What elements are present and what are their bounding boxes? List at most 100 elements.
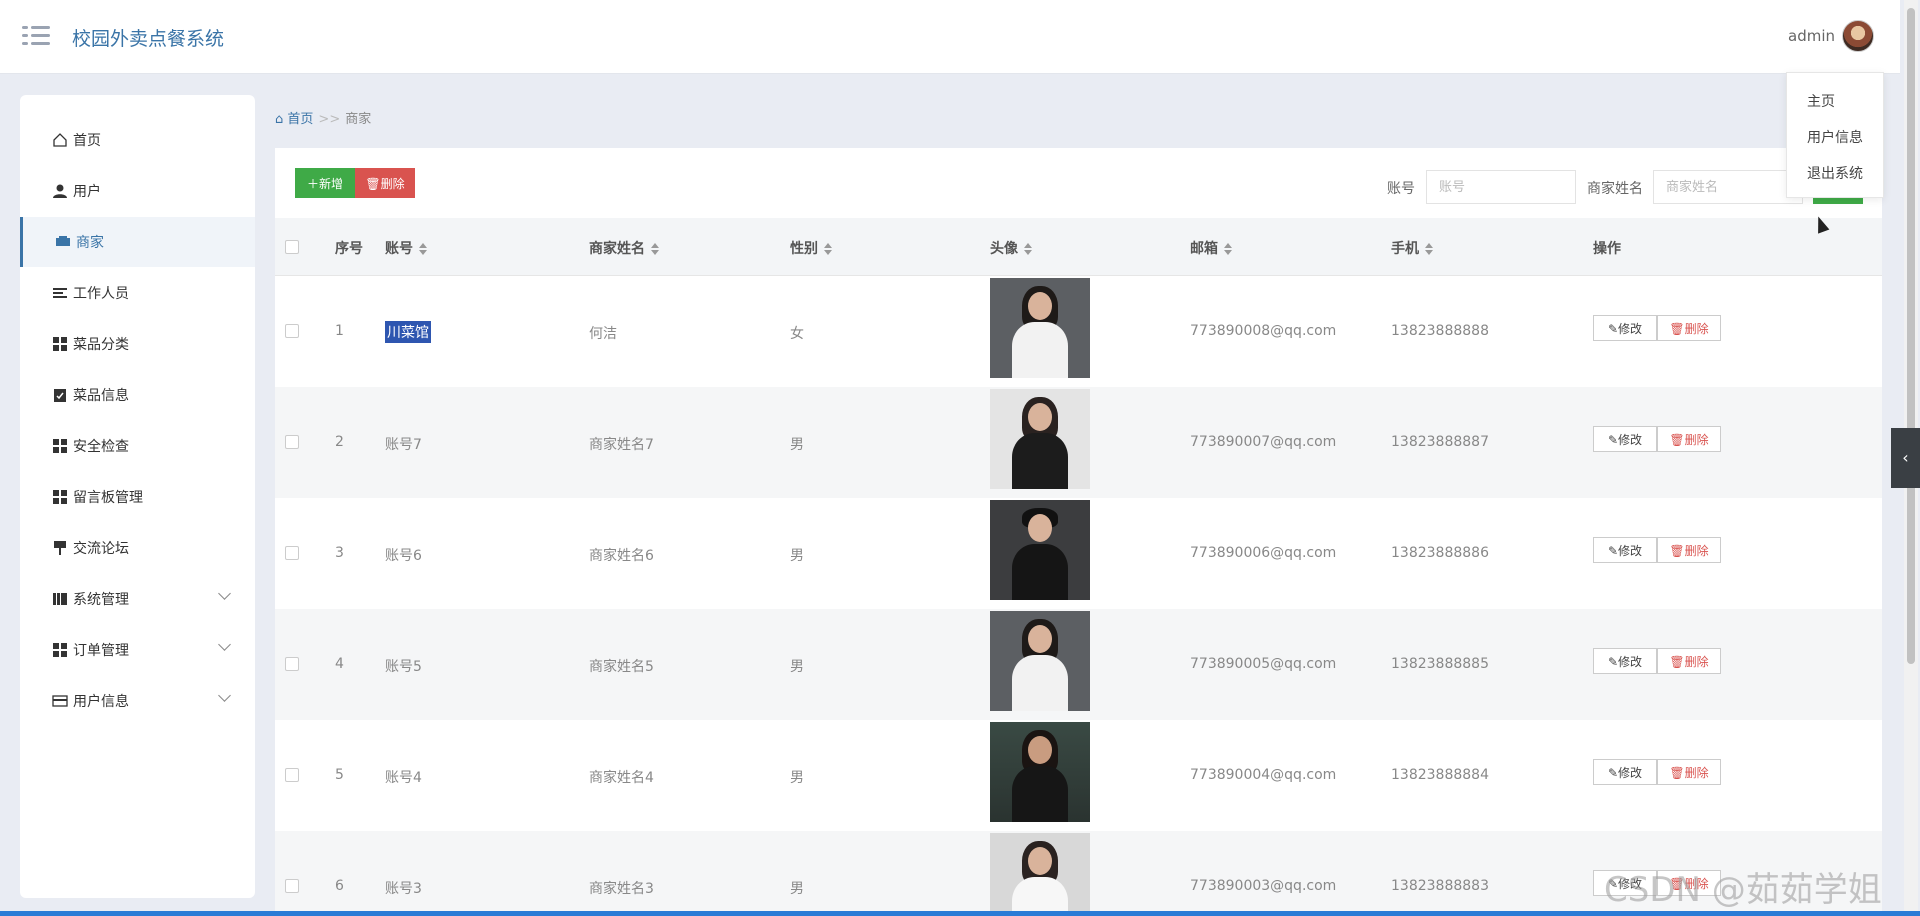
add-button[interactable]: ＋新增 [295, 168, 355, 198]
avatar-photo[interactable] [990, 833, 1090, 916]
menu-item-user-info[interactable]: 用户信息 [1807, 127, 1863, 147]
cell-email: 773890004@qq.com [1190, 767, 1337, 783]
sidebar: 首页 用户 商家 工作人员 菜品分类 菜品信息 安全检查 留言板管理 交流论坛 … [20, 95, 255, 898]
edit-button[interactable]: ✎修改 [1593, 537, 1657, 563]
sidebar-item-forum[interactable]: 交流论坛 [20, 523, 255, 573]
trash-icon: 🗑 [1669, 543, 1685, 558]
sidebar-item-staff[interactable]: 工作人员 [20, 268, 255, 318]
trash-icon: 🗑 [1669, 765, 1685, 780]
delete-button[interactable]: 🗑删除 [1657, 315, 1721, 341]
delete-button[interactable]: 🗑删除 [1657, 537, 1721, 563]
sidebar-item-home[interactable]: 首页 [20, 115, 255, 165]
col-header-email[interactable]: 邮箱 [1190, 238, 1232, 258]
avatar-photo[interactable] [990, 611, 1090, 711]
table-row: 5 账号4 商家姓名4 男 773890004@qq.com 138238888… [275, 720, 1882, 831]
batch-delete-button[interactable]: 🗑删除 [355, 168, 415, 198]
col-header-gender[interactable]: 性别 [790, 238, 832, 258]
edit-icon: ✎ [1607, 432, 1619, 447]
clipboard-icon [54, 389, 66, 402]
trash-icon: 🗑 [1669, 432, 1685, 447]
cell-account: 账号7 [385, 437, 422, 453]
row-checkbox[interactable] [285, 879, 299, 893]
trash-icon: 🗑 [1669, 321, 1685, 336]
sidebar-item-system-management[interactable]: 系统管理 [20, 574, 255, 624]
cell-phone: 13823888884 [1391, 767, 1489, 783]
app-title: 校园外卖点餐系统 [72, 28, 225, 50]
edit-button[interactable]: ✎修改 [1593, 759, 1657, 785]
select-all-checkbox[interactable] [285, 240, 299, 254]
row-checkbox[interactable] [285, 546, 299, 560]
edit-button-label: 修改 [1618, 765, 1643, 780]
col-header-name[interactable]: 商家姓名 [589, 238, 659, 258]
user-avatar[interactable] [1842, 20, 1874, 52]
menu-item-home[interactable]: 主页 [1807, 91, 1835, 111]
sidebar-item-label: 订单管理 [73, 643, 129, 659]
name-search-input[interactable] [1653, 170, 1803, 204]
sidebar-item-message-board[interactable]: 留言板管理 [20, 472, 255, 522]
sort-icon[interactable] [651, 243, 659, 255]
sort-icon[interactable] [1024, 243, 1032, 255]
col-header-phone[interactable]: 手机 [1391, 238, 1433, 258]
row-checkbox[interactable] [285, 768, 299, 782]
card-icon [52, 695, 68, 707]
add-button-label: 新增 [319, 176, 344, 191]
sidebar-item-safety-check[interactable]: 安全检查 [20, 421, 255, 471]
user-name[interactable]: admin [1788, 27, 1835, 45]
edit-button[interactable]: ✎修改 [1593, 648, 1657, 674]
menu-item-logout[interactable]: 退出系统 [1807, 163, 1863, 183]
sidebar-item-dish-info[interactable]: 菜品信息 [20, 370, 255, 420]
avatar-photo[interactable] [990, 278, 1090, 378]
avatar-photo[interactable] [990, 389, 1090, 489]
col-header-account[interactable]: 账号 [385, 238, 427, 258]
trash-icon: 🗑 [1669, 654, 1685, 669]
avatar-photo[interactable] [990, 722, 1090, 822]
sidebar-item-user[interactable]: 用户 [20, 166, 255, 216]
edit-button[interactable]: ✎修改 [1593, 426, 1657, 452]
sidebar-item-merchant[interactable]: 商家 [20, 217, 255, 267]
edit-icon: ✎ [1607, 543, 1619, 558]
scrollbar-thumb[interactable] [1907, 8, 1915, 664]
sort-icon[interactable] [824, 243, 832, 255]
sidebar-item-label: 首页 [73, 133, 101, 149]
col-header-avatar[interactable]: 头像 [990, 238, 1032, 258]
row-checkbox[interactable] [285, 435, 299, 449]
cell-name: 商家姓名6 [589, 548, 654, 564]
avatar-photo[interactable] [990, 500, 1090, 600]
sort-icon[interactable] [1425, 243, 1433, 255]
cell-email: 773890008@qq.com [1190, 323, 1337, 339]
cell-account[interactable]: 川菜馆 [385, 321, 431, 343]
sidebar-item-dish-category[interactable]: 菜品分类 [20, 319, 255, 369]
delete-button-label: 删除 [1684, 321, 1709, 336]
sidebar-item-order-management[interactable]: 订单管理 [20, 625, 255, 675]
sidebar-item-label: 用户信息 [73, 694, 129, 710]
edit-icon: ✎ [1607, 765, 1619, 780]
delete-button[interactable]: 🗑删除 [1657, 759, 1721, 785]
breadcrumb-home-label: 首页 [287, 112, 314, 127]
pin-icon [54, 541, 66, 555]
cell-email: 773890003@qq.com [1190, 878, 1337, 894]
list-icon [53, 288, 67, 298]
table-header: 序号 账号 商家姓名 性别 头像 邮箱 手机 操作 [275, 218, 1882, 276]
grid-icon [53, 490, 68, 505]
sort-icon[interactable] [1224, 243, 1232, 255]
account-search-input[interactable] [1426, 170, 1576, 204]
edit-button[interactable]: ✎修改 [1593, 315, 1657, 341]
row-checkbox[interactable] [285, 324, 299, 338]
cell-no: 1 [335, 323, 344, 339]
sidebar-item-user-info[interactable]: 用户信息 [20, 676, 255, 726]
delete-button[interactable]: 🗑删除 [1657, 426, 1721, 452]
edit-button-label: 修改 [1618, 321, 1643, 336]
breadcrumb-home[interactable]: ⌂ 首页 [275, 112, 313, 127]
sort-icon[interactable] [419, 243, 427, 255]
top-header: 校园外卖点餐系统 admin [0, 0, 1900, 74]
menu-toggle-icon[interactable] [22, 24, 50, 48]
cell-name: 商家姓名5 [589, 659, 654, 675]
table-row: 2 账号7 商家姓名7 男 773890007@qq.com 138238888… [275, 387, 1882, 498]
delete-button[interactable]: 🗑删除 [1657, 648, 1721, 674]
delete-button-label: 删除 [1684, 654, 1709, 669]
chevron-left-icon[interactable]: ‹ [1891, 428, 1920, 488]
sidebar-item-label: 交流论坛 [73, 541, 129, 557]
table-row: 3 账号6 商家姓名6 男 773890006@qq.com 138238888… [275, 498, 1882, 609]
row-checkbox[interactable] [285, 657, 299, 671]
cell-gender: 女 [790, 326, 804, 342]
